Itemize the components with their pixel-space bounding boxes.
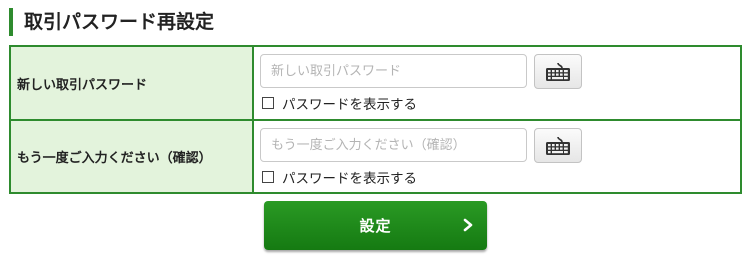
confirm-password-label: もう一度ご入力ください（確認）	[11, 121, 254, 192]
page-title: 取引パスワード再設定	[9, 8, 214, 36]
confirm-password-field-cell: パスワードを表示する	[254, 121, 740, 192]
confirm-password-keyboard-button[interactable]	[534, 128, 582, 163]
new-password-keyboard-button[interactable]	[534, 54, 582, 89]
software-keyboard-icon	[546, 136, 570, 155]
show-password-label: パスワードを表示する	[282, 171, 417, 187]
confirm-password-show-toggle[interactable]: パスワードを表示する	[262, 167, 417, 187]
new-password-show-toggle[interactable]: パスワードを表示する	[262, 93, 417, 113]
chevron-right-icon	[463, 218, 473, 232]
new-password-field-cell: パスワードを表示する	[254, 47, 740, 119]
show-password-label: パスワードを表示する	[282, 97, 417, 113]
new-password-input[interactable]	[260, 54, 527, 88]
show-password-checkbox[interactable]	[262, 97, 274, 109]
new-password-label: 新しい取引パスワード	[11, 47, 254, 119]
show-password-checkbox[interactable]	[262, 171, 274, 183]
submit-button[interactable]: 設定	[264, 201, 487, 250]
software-keyboard-icon	[546, 62, 570, 81]
submit-button-label: 設定	[359, 217, 392, 235]
confirm-password-input[interactable]	[260, 128, 527, 162]
confirm-password-row: もう一度ご入力ください（確認） パスワードを表示する	[11, 121, 740, 192]
new-password-row: 新しい取引パスワード パスワードを表示する	[11, 47, 740, 121]
password-form: 新しい取引パスワード パスワードを表示する もう一度ご入力ください（確認） パス…	[9, 45, 742, 194]
